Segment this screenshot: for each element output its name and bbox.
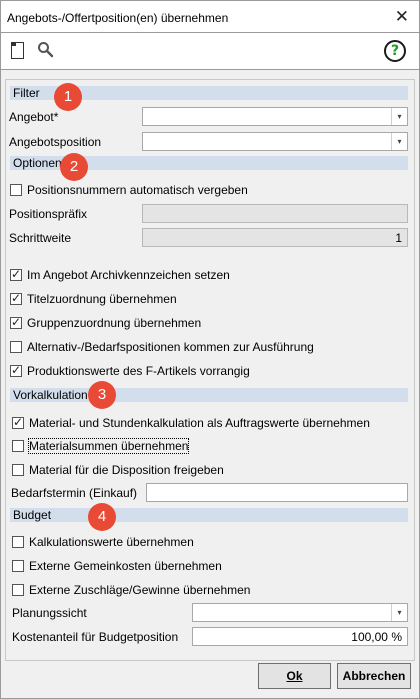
checkbox-box[interactable] bbox=[10, 267, 22, 281]
title-assign-label: Titelzuordnung übernehmen bbox=[27, 292, 177, 306]
cancel-label: Abbrechen bbox=[342, 669, 406, 683]
step-value: 1 bbox=[395, 231, 402, 245]
step-badge-1: 1 bbox=[54, 83, 82, 111]
material-sums-checkbox[interactable]: Materialsummen übernehmen bbox=[12, 438, 190, 454]
material-hours-label: Material- und Stundenkalkulation als Auf… bbox=[29, 416, 370, 430]
step-badge-2: 2 bbox=[60, 153, 88, 181]
section-budget: Budget bbox=[10, 508, 408, 522]
checkbox-box[interactable] bbox=[10, 363, 22, 377]
section-vorkalkulation: Vorkalkulation bbox=[10, 388, 408, 402]
step-field: 1 bbox=[142, 228, 408, 247]
cancel-button[interactable]: Abbrechen bbox=[337, 663, 411, 689]
step-badge-4: 4 bbox=[88, 503, 116, 531]
step-badge-3: 3 bbox=[88, 381, 116, 409]
alternative-positions-label: Alternativ-/Bedarfspositionen kommen zur… bbox=[27, 340, 314, 354]
chevron-down-icon[interactable]: ▾ bbox=[391, 108, 407, 125]
ok-button[interactable]: Ok bbox=[258, 663, 331, 689]
cost-share-label: Kostenanteil für Budgetposition bbox=[12, 630, 179, 644]
title-assign-checkbox[interactable]: Titelzuordnung übernehmen bbox=[10, 291, 177, 306]
planning-view-select[interactable]: ▾ bbox=[192, 603, 408, 622]
external-overhead-checkbox[interactable]: Externe Gemeinkosten übernehmen bbox=[12, 559, 222, 573]
cost-share-input[interactable]: 100,00 % bbox=[192, 627, 408, 646]
external-surcharge-label: Externe Zuschläge/Gewinne übernehmen bbox=[29, 583, 251, 597]
date-label: Bedarfstermin (Einkauf) bbox=[11, 486, 138, 500]
dialog-body: Filter Angebot* ▾ Angebotsposition ▾ Opt… bbox=[0, 69, 420, 699]
checkbox-box[interactable] bbox=[10, 291, 22, 305]
window-title: Angebots-/Offertposition(en) übernehmen bbox=[7, 11, 229, 25]
options-panel: Filter Angebot* ▾ Angebotsposition ▾ Opt… bbox=[5, 79, 415, 661]
angebotsposition-select[interactable]: ▾ bbox=[142, 132, 408, 151]
prefix-field bbox=[142, 204, 408, 223]
close-icon[interactable]: ✕ bbox=[395, 7, 409, 27]
checkbox-box[interactable] bbox=[12, 560, 24, 572]
material-release-checkbox[interactable]: Material für die Disposition freigeben bbox=[12, 463, 224, 477]
material-release-label: Material für die Disposition freigeben bbox=[29, 463, 224, 477]
step-label: Schrittweite bbox=[9, 231, 72, 245]
material-sums-label: Materialsummen übernehmen bbox=[27, 438, 190, 454]
prefix-label: Positionspräfix bbox=[9, 207, 88, 221]
production-values-checkbox[interactable]: Produktionswerte des F-Artikels vorrangi… bbox=[10, 363, 250, 378]
angebot-label: Angebot* bbox=[9, 110, 59, 124]
production-values-label: Produktionswerte des F-Artikels vorrangi… bbox=[27, 364, 250, 378]
window-titlebar: Angebots-/Offertposition(en) übernehmen … bbox=[0, 0, 420, 33]
checkbox-box[interactable] bbox=[10, 315, 22, 329]
archive-flag-label: Im Angebot Archivkennzeichen setzen bbox=[27, 268, 230, 282]
checkbox-box[interactable] bbox=[12, 536, 24, 548]
external-overhead-label: Externe Gemeinkosten übernehmen bbox=[29, 559, 222, 573]
chevron-down-icon[interactable]: ▾ bbox=[391, 604, 407, 621]
group-assign-checkbox[interactable]: Gruppenzuordnung übernehmen bbox=[10, 315, 202, 330]
calc-values-checkbox[interactable]: Kalkulationswerte übernehmen bbox=[12, 535, 194, 549]
checkbox-box[interactable] bbox=[12, 415, 24, 429]
alternative-positions-checkbox[interactable]: Alternativ-/Bedarfspositionen kommen zur… bbox=[10, 340, 314, 354]
group-assign-label: Gruppenzuordnung übernehmen bbox=[27, 316, 202, 330]
ok-label: Ok bbox=[286, 669, 303, 683]
cost-share-value: 100,00 % bbox=[351, 630, 402, 644]
checkbox-box[interactable] bbox=[12, 584, 24, 596]
external-surcharge-checkbox[interactable]: Externe Zuschläge/Gewinne übernehmen bbox=[12, 583, 250, 597]
angebot-select[interactable]: ▾ bbox=[142, 107, 408, 126]
calc-values-label: Kalkulationswerte übernehmen bbox=[29, 535, 194, 549]
auto-number-checkbox[interactable]: Positionsnummern automatisch vergeben bbox=[10, 183, 248, 197]
auto-number-label: Positionsnummern automatisch vergeben bbox=[27, 183, 248, 197]
new-document-icon[interactable] bbox=[11, 42, 24, 59]
help-icon[interactable]: ? bbox=[384, 40, 406, 62]
search-icon[interactable] bbox=[37, 41, 54, 58]
chevron-down-icon[interactable]: ▾ bbox=[391, 133, 407, 150]
date-input[interactable] bbox=[146, 483, 408, 502]
checkbox-box[interactable] bbox=[12, 440, 24, 452]
checkbox-box[interactable] bbox=[12, 464, 24, 476]
checkbox-box[interactable] bbox=[10, 341, 22, 353]
angebotsposition-label: Angebotsposition bbox=[9, 135, 102, 149]
material-hours-checkbox[interactable]: Material- und Stundenkalkulation als Auf… bbox=[12, 415, 370, 430]
toolbar: ? bbox=[0, 33, 420, 69]
planning-view-label: Planungssicht bbox=[12, 606, 87, 620]
checkbox-box[interactable] bbox=[10, 184, 22, 196]
archive-flag-checkbox[interactable]: Im Angebot Archivkennzeichen setzen bbox=[10, 267, 230, 282]
